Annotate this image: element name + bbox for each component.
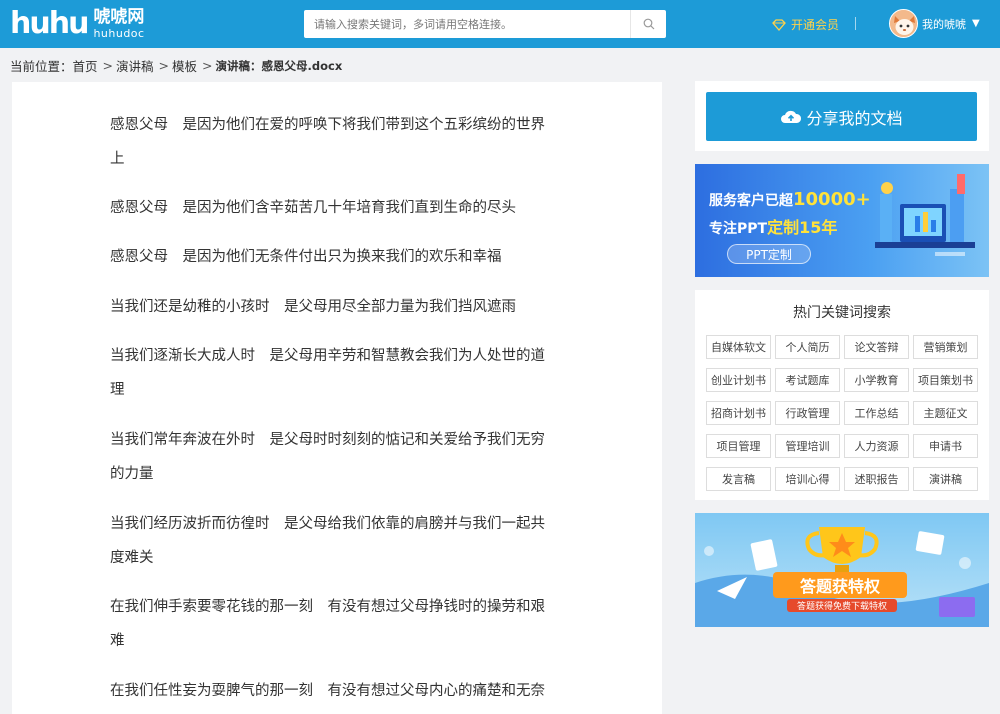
chevron-down-icon: ▼ xyxy=(972,18,980,29)
quiz-privilege-ad[interactable]: 答题获特权 答题获得免费下载特权 xyxy=(695,513,989,627)
keyword-tag[interactable]: 自媒体软文 xyxy=(706,335,771,359)
document-line: 难 xyxy=(110,633,125,649)
hot-keywords-title: 热门关键词搜索 xyxy=(793,305,891,321)
user-menu[interactable]: 我的唬唬 ▼ xyxy=(889,9,980,38)
document-line: 感恩父母 是因为他们在爱的呼唤下将我们带到这个五彩缤纷的世界 xyxy=(110,117,545,133)
header-divider xyxy=(855,17,856,30)
keyword-tag[interactable]: 小学教育 xyxy=(844,368,909,392)
cloud-upload-icon xyxy=(781,110,802,123)
document-line: 当我们逐渐长大成人时 是父母用辛劳和智慧教会我们为人处世的道 xyxy=(110,348,545,364)
logo-chinese-name: 唬唬网 xyxy=(93,7,145,27)
diamond-icon xyxy=(772,18,786,31)
keyword-tag[interactable]: 工作总结 xyxy=(844,401,909,425)
avatar xyxy=(889,9,918,38)
keyword-tag[interactable]: 个人简历 xyxy=(775,335,840,359)
breadcrumb-separator: > xyxy=(158,58,170,73)
breadcrumb-home[interactable]: 首页 xyxy=(73,56,98,75)
keyword-tag[interactable]: 演讲稿 xyxy=(913,467,978,491)
keyword-tag[interactable]: 论文答辩 xyxy=(844,335,909,359)
document-line: 感恩父母 是因为他们含辛茹苦几十年培育我们直到生命的尽头 xyxy=(110,200,516,216)
document-line: 当我们经历波折而彷徨时 是父母给我们依靠的肩膀并与我们一起共 xyxy=(110,516,545,532)
breadcrumb-current: 演讲稿：感恩父母.docx xyxy=(215,58,343,73)
vip-link[interactable]: 开通会员 xyxy=(772,16,839,33)
ppt-custom-button[interactable]: PPT定制 xyxy=(727,244,811,264)
keyword-tag[interactable]: 主题征文 xyxy=(913,401,978,425)
vip-label: 开通会员 xyxy=(791,18,840,32)
keyword-tag[interactable]: 招商计划书 xyxy=(706,401,771,425)
keyword-tag[interactable]: 人力资源 xyxy=(844,434,909,458)
hot-keywords-panel: 热门关键词搜索 自媒体软文 个人简历 论文答辩 营销策划 创业计划书 考试题库 … xyxy=(695,290,989,500)
document-line: 当我们还是幼稚的小孩时 是父母用尽全部力量为我们挡风遮雨 xyxy=(110,299,516,315)
breadcrumb-separator: > xyxy=(102,58,114,73)
keyword-tag[interactable]: 述职报告 xyxy=(844,467,909,491)
search-button[interactable] xyxy=(630,10,666,38)
keyword-tag[interactable]: 发言稿 xyxy=(706,467,771,491)
breadcrumb-speech[interactable]: 演讲稿 xyxy=(116,56,154,75)
logo-text: 唬唬网 huhudoc xyxy=(93,7,145,40)
document-line: 当我们常年奔波在外时 是父母时时刻刻的惦记和关爱给予我们无穷 xyxy=(110,432,545,448)
keyword-tag[interactable]: 培训心得 xyxy=(775,467,840,491)
document-line: 在我们任性妄为耍脾气的那一刻 有没有想过父母内心的痛楚和无奈 xyxy=(110,683,545,699)
keyword-tag[interactable]: 创业计划书 xyxy=(706,368,771,392)
ppt-custom-ad[interactable]: 服务客户已超10000+ 专注PPT定制15年 PPT定制 xyxy=(695,164,989,277)
breadcrumb-separator: > xyxy=(202,58,213,73)
search-input[interactable] xyxy=(304,10,630,38)
keyword-tag[interactable]: 管理培训 xyxy=(775,434,840,458)
share-label: 分享我的文档 xyxy=(806,108,903,128)
breadcrumb: 当前位置： 首页 > 演讲稿 > 模板 > 演讲稿：感恩父母.docx xyxy=(10,56,342,75)
quiz-title: 答题获特权 xyxy=(773,572,907,598)
quiz-subtitle: 答题获得免费下载特权 xyxy=(787,599,897,612)
search-icon xyxy=(643,18,654,30)
ad-subline-prefix: 专注PPT xyxy=(709,221,768,237)
breadcrumb-template[interactable]: 模板 xyxy=(172,56,197,75)
keyword-tag[interactable]: 行政管理 xyxy=(775,401,840,425)
ad-headline: 服务客户已超10000+ xyxy=(709,189,871,210)
logo-mark: huhu xyxy=(10,6,89,41)
keyword-tag[interactable]: 考试题库 xyxy=(775,368,840,392)
keyword-tag[interactable]: 营销策划 xyxy=(913,335,978,359)
keyword-tag[interactable]: 项目管理 xyxy=(706,434,771,458)
ad-headline-highlight: 10000+ xyxy=(793,189,871,210)
ad-subline: 专注PPT定制15年 xyxy=(709,214,837,238)
keyword-tag[interactable]: 申请书 xyxy=(913,434,978,458)
document-line: 理 xyxy=(110,382,125,398)
document-line: 在我们伸手索要零花钱的那一刻 有没有想过父母挣钱时的操劳和艰 xyxy=(110,599,545,615)
breadcrumb-prefix: 当前位置： xyxy=(10,59,73,74)
top-header: huhu 唬唬网 huhudoc 开通会员 xyxy=(0,0,1000,48)
ad-subline-highlight: 定制15年 xyxy=(767,218,838,237)
search-bar xyxy=(304,10,666,38)
logo-english-name: huhudoc xyxy=(93,27,145,40)
document-line: 感恩父母 是因为他们无条件付出只为换来我们的欢乐和幸福 xyxy=(110,249,502,265)
share-panel: 分享我的文档 xyxy=(695,81,989,151)
ad-headline-prefix: 服务客户已超 xyxy=(709,193,793,209)
keyword-grid: 自媒体软文 个人简历 论文答辩 营销策划 创业计划书 考试题库 小学教育 项目策… xyxy=(706,335,978,491)
keyword-tag[interactable]: 项目策划书 xyxy=(913,368,978,392)
site-logo[interactable]: huhu 唬唬网 huhudoc xyxy=(10,6,145,42)
document-line: 上 xyxy=(110,151,125,167)
document-line: 度难关 xyxy=(110,550,154,566)
user-label: 我的唬唬 xyxy=(922,17,966,31)
document-page: 感恩父母 是因为他们在爱的呼唤下将我们带到这个五彩缤纷的世界 上 感恩父母 是因… xyxy=(12,82,662,714)
share-document-button[interactable]: 分享我的文档 xyxy=(706,92,977,141)
document-line: 的力量 xyxy=(110,466,154,482)
